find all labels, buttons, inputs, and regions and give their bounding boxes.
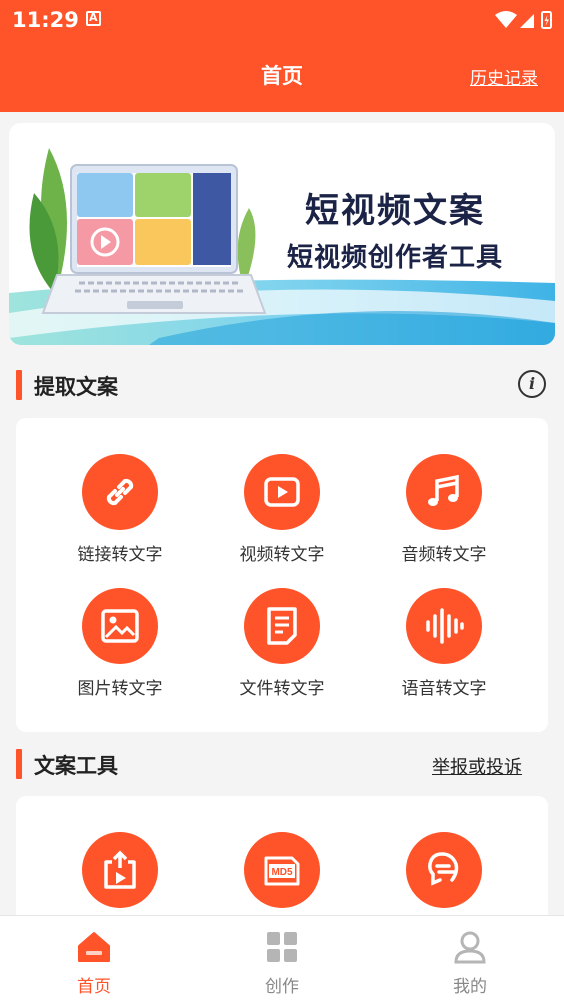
- signal-icon: [520, 14, 534, 28]
- image-icon: [82, 588, 158, 664]
- system-status-icons: [495, 11, 552, 29]
- voice-wave-icon: [406, 588, 482, 664]
- share-video-icon: [82, 832, 158, 908]
- tool-audio-to-text[interactable]: 音频转文字: [364, 454, 524, 565]
- top-app-bar: 11:29 A 首页 历史记录: [0, 0, 564, 112]
- banner-subtitle: 短视频创作者工具: [287, 243, 504, 273]
- document-icon: [244, 588, 320, 664]
- section-accent-bar: [16, 749, 22, 779]
- md5-icon: MD5: [244, 832, 320, 908]
- home-icon: [78, 932, 110, 962]
- nav-label: 首页: [77, 977, 111, 997]
- bottom-navigation: 首页 创作 我的: [0, 915, 564, 1004]
- status-time: 11:29: [12, 8, 79, 32]
- extract-tools-card: 链接转文字 视频转文字 音频转文字 图片转文字 文件转文字 语音转文字: [16, 418, 548, 732]
- notification-letter: A: [89, 11, 98, 24]
- link-icon: [82, 454, 158, 530]
- tool-label: 音频转文字: [401, 545, 487, 565]
- copy-tools-section-title: 文案工具: [34, 754, 118, 778]
- nav-create[interactable]: 创作: [222, 930, 342, 997]
- tool-label: 视频转文字: [239, 545, 325, 565]
- nav-label: 创作: [265, 977, 299, 997]
- wifi-icon: [495, 11, 517, 28]
- report-link[interactable]: 举报或投诉: [432, 753, 522, 779]
- section-accent-bar: [16, 370, 22, 400]
- tool-share-video[interactable]: [40, 832, 200, 908]
- copy-tools-section-header: 文案工具 举报或投诉: [16, 747, 548, 781]
- promo-banner[interactable]: 短视频文案 短视频创作者工具: [9, 123, 555, 345]
- profile-icon: [454, 931, 486, 964]
- tool-speech[interactable]: [364, 832, 524, 908]
- extract-section-header: 提取文案 i: [16, 368, 548, 402]
- extract-section-title: 提取文案: [34, 375, 118, 399]
- nav-profile[interactable]: 我的: [410, 930, 530, 997]
- history-link[interactable]: 历史记录: [470, 64, 538, 89]
- video-icon: [244, 454, 320, 530]
- tool-video-to-text[interactable]: 视频转文字: [202, 454, 362, 565]
- banner-title: 短视频文案: [305, 191, 485, 231]
- tool-file-to-text[interactable]: 文件转文字: [202, 588, 362, 699]
- tool-image-to-text[interactable]: 图片转文字: [40, 588, 200, 699]
- tool-label: 图片转文字: [77, 679, 163, 699]
- music-icon: [406, 454, 482, 530]
- notification-a-icon: A: [86, 11, 101, 26]
- banner-illustration: [9, 148, 555, 345]
- tool-voice-to-text[interactable]: 语音转文字: [364, 588, 524, 699]
- nav-home[interactable]: 首页: [34, 930, 154, 997]
- speech-icon: [406, 832, 482, 908]
- info-icon[interactable]: i: [518, 370, 546, 398]
- nav-label: 我的: [453, 977, 487, 997]
- status-bar: 11:29 A: [0, 0, 564, 40]
- grid-icon: [267, 932, 297, 962]
- tool-md5[interactable]: MD5: [202, 832, 362, 908]
- tool-link-to-text[interactable]: 链接转文字: [40, 454, 200, 565]
- tool-label: 语音转文字: [401, 679, 487, 699]
- svg-text:MD5: MD5: [271, 867, 293, 878]
- tool-label: 文件转文字: [239, 679, 325, 699]
- tool-label: 链接转文字: [77, 545, 163, 565]
